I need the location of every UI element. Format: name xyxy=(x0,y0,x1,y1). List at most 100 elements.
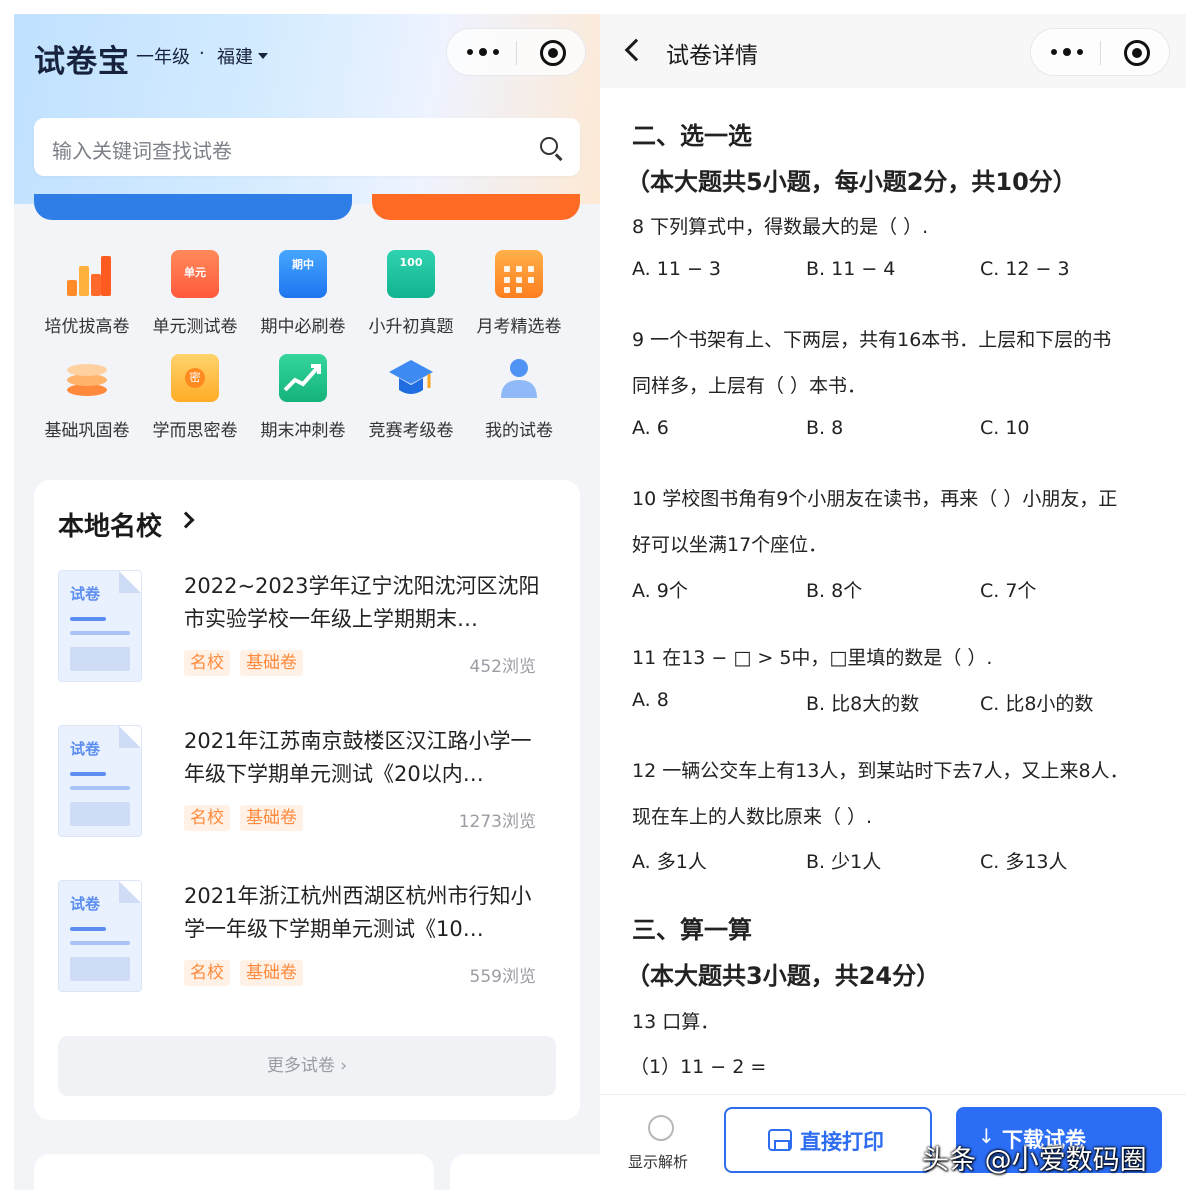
view-count: 559浏览 xyxy=(469,967,536,987)
thumbnail-block xyxy=(70,647,130,671)
chevron-right-icon[interactable] xyxy=(177,511,195,529)
question-12-line2: 现在车上的人数比原来（ ）. xyxy=(632,806,873,828)
thumbnail-line xyxy=(70,617,106,621)
question-10-option-b: B. 8个 xyxy=(806,580,863,602)
grade-region-separator: · xyxy=(199,43,205,64)
unit-test-icon: 单元 xyxy=(171,250,219,298)
nav-bar: 试卷详情 xyxy=(600,14,1186,88)
user-icon xyxy=(495,354,543,402)
section-subtitle: （本大题共3小题，共24分） xyxy=(626,962,941,990)
show-analysis-label[interactable]: 显示解析 xyxy=(628,1151,688,1172)
next-card-preview xyxy=(450,1154,600,1190)
question-10-line1: 10 学校图书角有9个小朋友在读书，再来（ ）小朋友，正 xyxy=(632,488,1118,510)
miniprogram-capsule xyxy=(446,28,586,76)
exam-100-icon: 100 xyxy=(387,250,435,298)
printer-icon xyxy=(768,1129,792,1151)
banner-blue[interactable] xyxy=(34,194,352,220)
page-title: 试卷详情 xyxy=(666,43,758,69)
banner-orange[interactable] xyxy=(372,194,580,220)
view-count: 1273浏览 xyxy=(458,812,536,832)
back-arrow-icon[interactable] xyxy=(624,38,648,62)
category-final-sprint[interactable]: 期末冲刺卷 xyxy=(249,354,357,441)
thumbnail-block xyxy=(70,957,130,981)
category-monthly[interactable]: 月考精选卷 xyxy=(465,250,573,337)
question-11-option-c: C. 比8小的数 xyxy=(980,693,1094,715)
chevron-down-icon[interactable] xyxy=(258,53,268,59)
category-label: 我的试卷 xyxy=(485,421,553,441)
midterm-icon-text: 期中 xyxy=(292,258,314,271)
question-9-option-b: B. 8 xyxy=(806,417,844,439)
exam-icon-text: 100 xyxy=(399,256,423,269)
layers-icon xyxy=(63,354,111,402)
tag-badge: 基础卷 xyxy=(240,650,303,676)
section-heading[interactable]: 本地名校 xyxy=(58,506,162,543)
secret-paper-icon: 密 xyxy=(171,354,219,402)
grade-selector[interactable]: 一年级 xyxy=(136,43,190,69)
thumbnail-block xyxy=(70,802,130,826)
tag-badge: 名校 xyxy=(184,805,230,831)
more-papers-button[interactable]: 更多试卷 › xyxy=(58,1036,556,1096)
more-options-icon[interactable] xyxy=(465,42,501,62)
print-label: 直接打印 xyxy=(800,1130,884,1154)
paper-item[interactable]: 试卷 2022~2023学年辽宁沈阳沈河区沈阳市实验学校一年级上学期期末… 名校… xyxy=(58,570,558,690)
category-label: 期末冲刺卷 xyxy=(260,421,346,441)
category-midterm[interactable]: 期中 期中必刷卷 xyxy=(249,250,357,337)
search-icon[interactable] xyxy=(540,137,558,155)
unit-icon-text: 单元 xyxy=(184,266,206,279)
question-10-line2: 好可以坐满17个座位． xyxy=(632,534,828,556)
paper-title: 2021年浙江杭州西湖区杭州市行知小学一年级下学期单元测试《10… xyxy=(184,884,532,941)
miniprogram-capsule xyxy=(1030,28,1170,76)
paper-thumbnail: 试卷 xyxy=(58,880,142,992)
category-label: 基础巩固卷 xyxy=(44,421,130,441)
paper-item[interactable]: 试卷 2021年浙江杭州西湖区杭州市行知小学一年级下学期单元测试《10… 名校 … xyxy=(58,880,558,1000)
show-analysis-radio[interactable] xyxy=(648,1115,674,1141)
category-xueersi[interactable]: 密 学而思密卷 xyxy=(141,354,249,441)
question-8-option-b: B. 11 − 4 xyxy=(806,258,896,280)
section-title: 二、选一选 xyxy=(632,122,752,150)
paper-item[interactable]: 试卷 2021年江苏南京鼓楼区汉江路小学一年级下学期单元测试《20以内… 名校 … xyxy=(58,725,558,845)
midterm-icon: 期中 xyxy=(279,250,327,298)
app-brand: 试卷宝 xyxy=(34,44,130,80)
capsule-divider xyxy=(516,41,517,65)
question-11-text: 11 在13 − □ > 5中，□里填的数是（ ）. xyxy=(632,647,993,669)
more-options-icon[interactable] xyxy=(1049,42,1085,62)
question-8-option-c: C. 12 − 3 xyxy=(980,258,1070,280)
question-11-option-a: A. 8 xyxy=(632,689,669,711)
page-fold xyxy=(119,571,141,593)
question-8-option-a: A. 11 − 3 xyxy=(632,258,722,280)
category-label: 培优拔高卷 xyxy=(44,317,130,337)
capsule-divider xyxy=(1100,41,1101,65)
question-9-line2: 同样多，上层有（ ）本书． xyxy=(632,375,867,397)
print-button[interactable]: 直接打印 xyxy=(724,1107,932,1173)
thumbnail-line xyxy=(70,941,130,945)
category-label: 单元测试卷 xyxy=(152,317,238,337)
question-8-text: 8 下列算式中，得数最大的是（ ）. xyxy=(632,216,929,238)
section-subtitle: （本大题共5小题，每小题2分，共10分） xyxy=(626,168,1077,196)
category-peiyou[interactable]: 培优拔高卷 xyxy=(33,250,141,337)
category-my-papers[interactable]: 我的试卷 xyxy=(465,354,573,441)
thumbnail-tag: 试卷 xyxy=(70,895,101,913)
category-foundation[interactable]: 基础巩固卷 xyxy=(33,354,141,441)
close-miniprogram-icon[interactable] xyxy=(1124,40,1150,66)
category-unit-test[interactable]: 单元 单元测试卷 xyxy=(141,250,249,337)
thumbnail-line xyxy=(70,927,106,931)
next-card-preview xyxy=(34,1154,434,1190)
question-12-line1: 12 一辆公交车上有13人，到某站时下去7人，又上来8人． xyxy=(632,760,1129,782)
category-label: 竞赛考级卷 xyxy=(368,421,454,441)
question-13-sub1: （1）11 − 2 = xyxy=(630,1056,767,1078)
page-fold xyxy=(119,726,141,748)
category-competition[interactable]: 竞赛考级卷 xyxy=(357,354,465,441)
question-12-option-a: A. 多1人 xyxy=(632,851,707,873)
region-selector[interactable]: 福建 xyxy=(217,43,253,69)
category-primary-to-middle[interactable]: 100 小升初真题 xyxy=(357,250,465,337)
close-miniprogram-icon[interactable] xyxy=(540,40,566,66)
graduation-cap-icon xyxy=(387,354,435,402)
local-schools-card: 本地名校 试卷 2022~2023学年辽宁沈阳沈河区沈阳市实验学校一年级上学期期… xyxy=(34,480,580,1120)
thumbnail-line xyxy=(70,786,130,790)
category-label: 学而思密卷 xyxy=(152,421,238,441)
trend-chart-icon xyxy=(279,354,327,402)
search-input[interactable]: 输入关键词查找试卷 xyxy=(34,118,580,176)
thumbnail-line xyxy=(70,772,106,776)
question-12-option-b: B. 少1人 xyxy=(806,851,882,873)
category-label: 期中必刷卷 xyxy=(260,317,346,337)
